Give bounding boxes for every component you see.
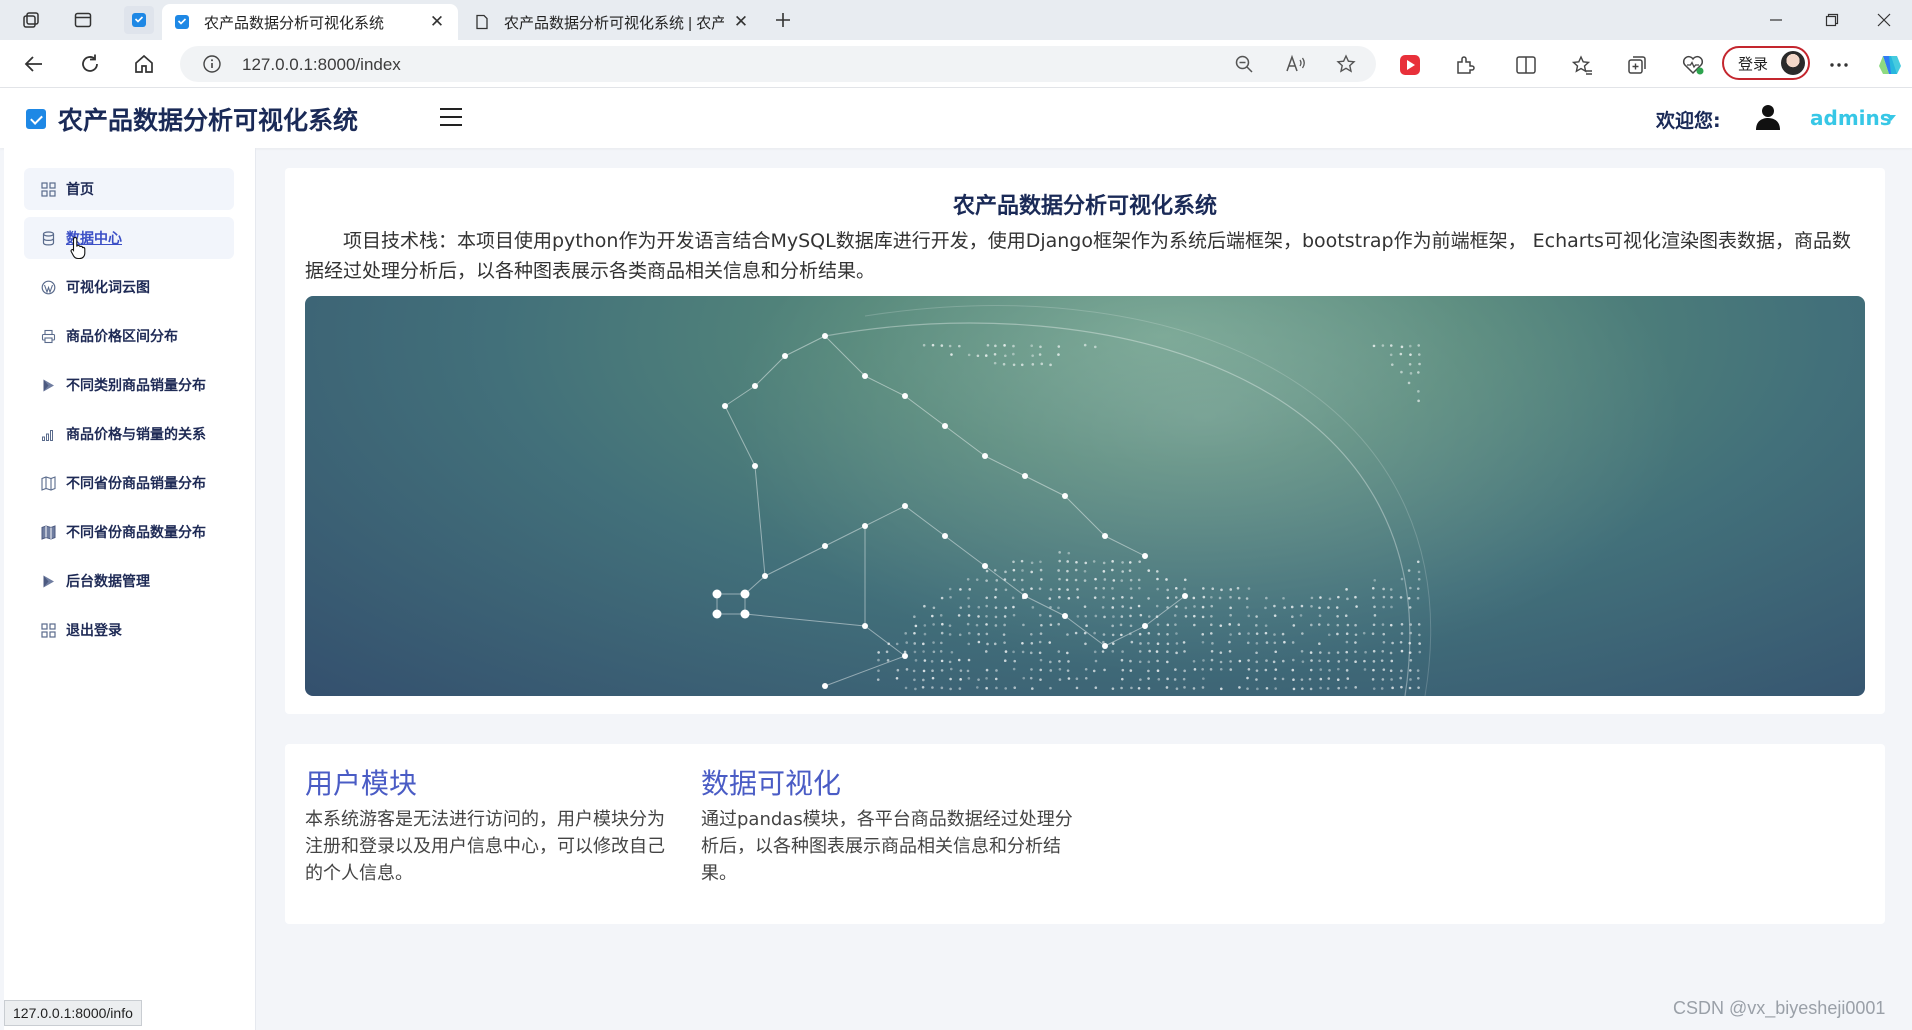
- site-favicon-icon: [175, 15, 189, 29]
- url-text: 127.0.0.1:8000/index: [242, 55, 401, 74]
- sidebar-item-logout[interactable]: 退出登录: [24, 609, 234, 651]
- login-label: 登录: [1738, 54, 1769, 73]
- sidebar-item-category-sales[interactable]: 不同类别商品销量分布: [24, 364, 234, 406]
- bar-chart-icon: [40, 426, 56, 442]
- site-info-icon[interactable]: [200, 52, 224, 76]
- restore-icon[interactable]: [1804, 0, 1860, 40]
- more-options-icon[interactable]: [1826, 52, 1852, 78]
- extensions-icon[interactable]: [1452, 52, 1478, 78]
- minimize-icon[interactable]: [1748, 0, 1804, 40]
- grid-icon: [40, 622, 56, 638]
- browser-toolbar: 127.0.0.1:8000/index 登录: [0, 40, 1912, 88]
- map-filled-icon: [40, 524, 56, 540]
- close-tab-icon[interactable]: ✕: [428, 12, 446, 31]
- sidebar-item-home[interactable]: 首页: [24, 168, 234, 210]
- globe-hero-image: [305, 296, 1865, 696]
- tab-active[interactable]: 农产品数据分析可视化系统 ✕: [162, 4, 458, 40]
- split-screen-icon[interactable]: [1513, 52, 1539, 78]
- play-icon: [40, 573, 56, 589]
- globe-network-graphic: [712, 296, 1685, 696]
- grid-icon: [40, 181, 56, 197]
- sidebar-item-wordcloud[interactable]: 可视化词云图: [24, 266, 234, 308]
- document-icon: [476, 14, 488, 30]
- home-icon[interactable]: [128, 48, 160, 80]
- intro-description: 项目技术栈：本项目使用python作为开发语言结合MySQL数据库进行开发，使用…: [305, 230, 1851, 282]
- sidebar-item-label: 可视化词云图: [66, 280, 150, 296]
- module-text-visualization: 通过pandas模块，各平台商品数据经过处理分析后，以各种图表展示商品相关信息和…: [701, 809, 1073, 884]
- close-tab-icon[interactable]: ✕: [732, 12, 750, 31]
- page-title: 农产品数据分析可视化系统: [952, 194, 1217, 219]
- brand-logo-icon: [26, 109, 46, 129]
- module-title-visualization: 数据可视化: [701, 767, 842, 800]
- tab-actions-icon[interactable]: [68, 6, 98, 34]
- printer-icon: [40, 328, 56, 344]
- app-header: 农产品数据分析可视化系统 欢迎您: admins: [0, 88, 1912, 148]
- sidebar-item-data-center[interactable]: 数据中心: [24, 217, 234, 259]
- sidebar-item-admin[interactable]: 后台数据管理: [24, 560, 234, 602]
- new-tab-icon[interactable]: [768, 6, 798, 34]
- pinned-tab-icon[interactable]: [124, 6, 154, 34]
- welcome-text: 欢迎您:: [1656, 110, 1721, 132]
- sidebar-item-label: 不同省份商品销量分布: [66, 476, 206, 492]
- sidebar-item-label: 商品价格区间分布: [66, 329, 178, 345]
- play-icon: [40, 377, 56, 393]
- copilot-icon[interactable]: [1877, 52, 1903, 78]
- tab-title: 农产品数据分析可视化系统 | 农产: [504, 14, 724, 32]
- sidebar-item-price-sales[interactable]: 商品价格与销量的关系: [24, 413, 234, 455]
- sidebar: 首页 数据中心 可视化词云图 商品价格区间分布 不同类别商品销量分布 商品价格与…: [4, 148, 256, 1030]
- hand-cursor-icon: [70, 236, 86, 260]
- sidebar-item-label: 首页: [66, 182, 94, 198]
- watermark: CSDN @vx_biyesheji0001: [1673, 998, 1886, 1018]
- profile-avatar: [1781, 51, 1805, 75]
- close-window-icon[interactable]: [1856, 0, 1912, 40]
- video-extension-icon[interactable]: [1397, 52, 1423, 78]
- status-bar-url: 127.0.0.1:8000/info: [4, 1000, 142, 1026]
- collections-icon[interactable]: [1624, 52, 1650, 78]
- back-icon[interactable]: [18, 48, 50, 80]
- sidebar-item-label: 商品价格与销量的关系: [66, 427, 206, 443]
- refresh-icon[interactable]: [74, 48, 106, 80]
- map-icon: [40, 475, 56, 491]
- workspaces-icon[interactable]: [16, 6, 46, 34]
- sidebar-item-label: 后台数据管理: [66, 574, 150, 590]
- modules-card: 用户模块 本系统游客是无法进行访问的，用户模块分为注册和登录以及用户信息中心，可…: [285, 744, 1885, 924]
- read-aloud-icon[interactable]: [1284, 52, 1308, 76]
- sidebar-item-province-sales[interactable]: 不同省份商品销量分布: [24, 462, 234, 504]
- brand-title: 农产品数据分析可视化系统: [58, 106, 359, 135]
- menu-toggle-icon[interactable]: [440, 108, 462, 126]
- tab-second[interactable]: 农产品数据分析可视化系统 | 农产 ✕: [462, 4, 762, 40]
- username-dropdown[interactable]: admins: [1810, 106, 1892, 130]
- address-bar[interactable]: 127.0.0.1:8000/index: [180, 46, 1376, 82]
- intro-card: 农产品数据分析可视化系统 项目技术栈：本项目使用python作为开发语言结合My…: [285, 168, 1885, 714]
- tab-title: 农产品数据分析可视化系统: [204, 14, 385, 32]
- sidebar-item-label: 退出登录: [66, 623, 122, 639]
- login-button[interactable]: 登录: [1722, 46, 1810, 80]
- chevron-down-icon[interactable]: [1886, 115, 1896, 121]
- sidebar-item-label: 不同省份商品数量分布: [66, 525, 206, 541]
- sidebar-item-province-count[interactable]: 不同省份商品数量分布: [24, 511, 234, 553]
- wordpress-icon: [40, 279, 56, 295]
- module-text-user: 本系统游客是无法进行访问的，用户模块分为注册和登录以及用户信息中心，可以修改自己…: [305, 809, 665, 884]
- browser-essentials-icon[interactable]: [1680, 52, 1706, 78]
- browser-tab-bar: 农产品数据分析可视化系统 ✕ 农产品数据分析可视化系统 | 农产 ✕: [0, 0, 1912, 40]
- zoom-out-icon[interactable]: [1232, 52, 1256, 76]
- module-title-user: 用户模块: [305, 767, 418, 800]
- favorites-icon[interactable]: [1569, 52, 1595, 78]
- brand[interactable]: 农产品数据分析可视化系统: [26, 101, 358, 137]
- database-icon: [40, 230, 56, 246]
- favorite-star-icon[interactable]: [1334, 52, 1358, 76]
- user-icon: [1756, 105, 1780, 130]
- sidebar-item-price-range[interactable]: 商品价格区间分布: [24, 315, 234, 357]
- sidebar-item-label: 不同类别商品销量分布: [66, 378, 206, 394]
